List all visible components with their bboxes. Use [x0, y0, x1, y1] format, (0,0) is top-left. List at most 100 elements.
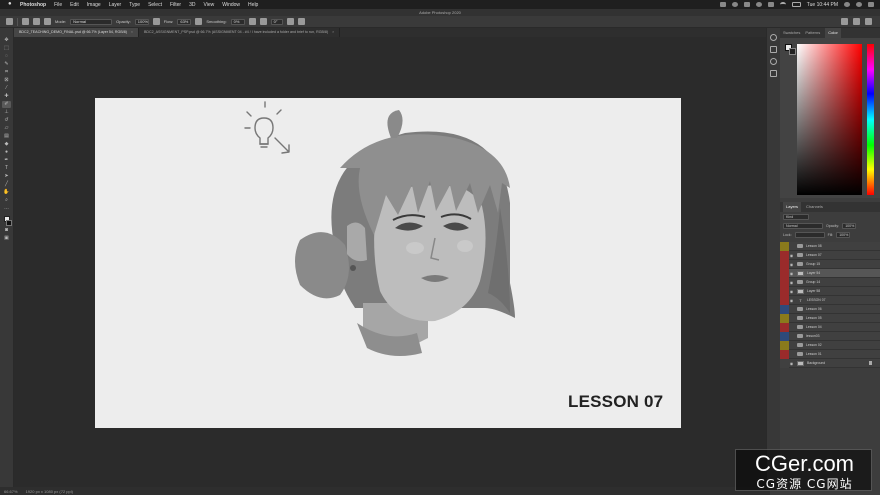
layer-row[interactable]: Lesson 05	[780, 313, 880, 323]
blur-tool-icon[interactable]: ◆	[2, 141, 11, 148]
flow-field[interactable]: 63%	[177, 18, 192, 25]
zoom-tool-icon[interactable]: ⌕	[2, 197, 11, 204]
brushes-icon[interactable]	[770, 70, 777, 77]
screen-mode-icon[interactable]: ▣	[2, 235, 11, 242]
angle-field[interactable]: 0°	[270, 18, 283, 25]
layer-row[interactable]: Lesson 02	[780, 340, 880, 350]
brush-settings-icon[interactable]	[44, 18, 51, 25]
quick-mask-icon[interactable]: ◙	[2, 227, 11, 234]
visibility-eye-icon[interactable]: ◉	[789, 280, 794, 285]
wifi-icon[interactable]	[779, 2, 786, 7]
visibility-eye-icon[interactable]: ◉	[789, 361, 794, 366]
clock-menu-icon[interactable]	[755, 2, 762, 7]
close-icon[interactable]: ×	[131, 28, 133, 37]
menu-3d[interactable]: 3D	[189, 2, 195, 8]
search-icon[interactable]	[844, 2, 850, 7]
layer-row[interactable]: ◉ Layer 54	[780, 268, 880, 278]
visibility-eye-icon[interactable]: ◉	[789, 271, 794, 276]
type-tool-icon[interactable]: T	[2, 165, 11, 172]
history-icon[interactable]	[770, 46, 777, 53]
healing-tool-icon[interactable]: ✚	[2, 93, 11, 100]
layer-row[interactable]: ◉ Background	[780, 358, 880, 368]
tab-assignment[interactable]: BDC2_ASSIGNMENT_PSP.psd @ 66.7% (ASSIGNM…	[139, 28, 341, 37]
marquee-tool-icon[interactable]: ⬚	[2, 45, 11, 52]
close-icon[interactable]: ×	[332, 28, 334, 37]
menu-help[interactable]: Help	[248, 2, 258, 8]
background-color-swatch[interactable]	[6, 220, 12, 226]
pen-tool-icon[interactable]: ✒	[2, 157, 11, 164]
menu-image[interactable]: Image	[87, 2, 101, 8]
more-tools-icon[interactable]: …	[2, 205, 11, 212]
color-picker-field[interactable]	[797, 44, 862, 195]
home-icon[interactable]	[6, 18, 13, 25]
visibility-eye-icon[interactable]: ◉	[789, 289, 794, 294]
battery-icon[interactable]	[791, 2, 801, 7]
blend-mode-select[interactable]: Normal	[783, 222, 823, 229]
fg-bg-swatches[interactable]	[785, 44, 796, 55]
tab-swatches[interactable]: Swatches	[783, 28, 800, 38]
layer-row[interactable]: ◉ Lesson 07	[780, 250, 880, 260]
info-icon[interactable]	[770, 34, 777, 41]
eyedropper-tool-icon[interactable]: ⁄	[2, 85, 11, 92]
history-brush-tool-icon[interactable]: ↺	[2, 117, 11, 124]
pressure-size-icon[interactable]	[286, 18, 294, 25]
display-icon[interactable]	[743, 2, 750, 7]
layer-row[interactable]: Lesson 01	[780, 349, 880, 359]
layer-row[interactable]: ◉ Layer 58	[780, 286, 880, 296]
visibility-eye-icon[interactable]: ◉	[789, 253, 794, 258]
record-icon[interactable]	[731, 2, 738, 7]
layer-row[interactable]: ◉ T LESSON 07	[780, 295, 880, 305]
tab-patterns[interactable]: Patterns	[805, 28, 820, 38]
apple-icon[interactable]: ●	[8, 1, 13, 7]
lock-buttons[interactable]	[794, 231, 825, 238]
visibility-eye-icon[interactable]: ◉	[789, 262, 794, 267]
dropbox-icon[interactable]	[719, 2, 726, 7]
eraser-tool-icon[interactable]: ▱	[2, 125, 11, 132]
menu-list-icon[interactable]	[868, 2, 874, 7]
tab-teaching-demo[interactable]: BDC2_TEACHING_DEMO_FINAL.psd @ 66.7% (La…	[14, 28, 140, 37]
user-avatar-icon[interactable]	[856, 2, 862, 7]
menu-view[interactable]: View	[204, 2, 215, 8]
crop-tool-icon[interactable]: ⌗	[2, 69, 11, 76]
symmetry-icon[interactable]	[297, 18, 305, 25]
document-canvas[interactable]: LESSON 07	[95, 98, 681, 428]
layer-row[interactable]: ◉ Group 14	[780, 277, 880, 287]
tab-channels[interactable]: Channels	[806, 202, 823, 212]
layer-opacity-field[interactable]: 100%	[842, 222, 857, 229]
angle-icon[interactable]	[259, 18, 267, 25]
menu-photoshop[interactable]: Photoshop	[20, 2, 46, 8]
hue-slider[interactable]	[867, 44, 874, 195]
lasso-tool-icon[interactable]: ◌	[2, 53, 11, 60]
document-info[interactable]: 1920 px x 1080 px (72 ppi)	[26, 489, 73, 494]
menu-edit[interactable]: Edit	[70, 2, 79, 8]
layer-row[interactable]: Lesson 08	[780, 241, 880, 251]
background-swatch[interactable]	[789, 48, 796, 55]
quick-select-tool-icon[interactable]: ✎	[2, 61, 11, 68]
menu-layer[interactable]: Layer	[109, 2, 122, 8]
zoom-level[interactable]: 66.67%	[4, 489, 18, 494]
layer-row[interactable]: Lesson 04	[780, 322, 880, 332]
path-select-tool-icon[interactable]: ➤	[2, 173, 11, 180]
menu-file[interactable]: File	[54, 2, 62, 8]
adjustments-icon[interactable]	[770, 58, 777, 65]
tab-layers[interactable]: Layers	[783, 202, 802, 212]
menu-type[interactable]: Type	[129, 2, 140, 8]
airbrush-icon[interactable]	[195, 18, 203, 25]
search-icon[interactable]	[841, 18, 848, 25]
tab-color[interactable]: Color	[825, 28, 841, 38]
layer-row[interactable]: ◉ Group 15	[780, 259, 880, 269]
pressure-opacity-icon[interactable]	[152, 18, 160, 25]
opacity-field[interactable]: 100%	[134, 18, 149, 25]
mode-select[interactable]: Normal	[70, 18, 113, 25]
gradient-tool-icon[interactable]: ▤	[2, 133, 11, 140]
workspace-icon[interactable]	[853, 18, 860, 25]
kind-filter-select[interactable]: Kind	[783, 213, 809, 220]
layer-row[interactable]: lesson03	[780, 331, 880, 341]
bluetooth-icon[interactable]	[767, 2, 774, 7]
layer-row[interactable]: Lesson 06	[780, 304, 880, 314]
frame-tool-icon[interactable]: ⊠	[2, 77, 11, 84]
gear-icon[interactable]	[248, 18, 256, 25]
menu-window[interactable]: Window	[222, 2, 240, 8]
move-tool-icon[interactable]: ✥	[2, 37, 11, 44]
menu-select[interactable]: Select	[148, 2, 162, 8]
